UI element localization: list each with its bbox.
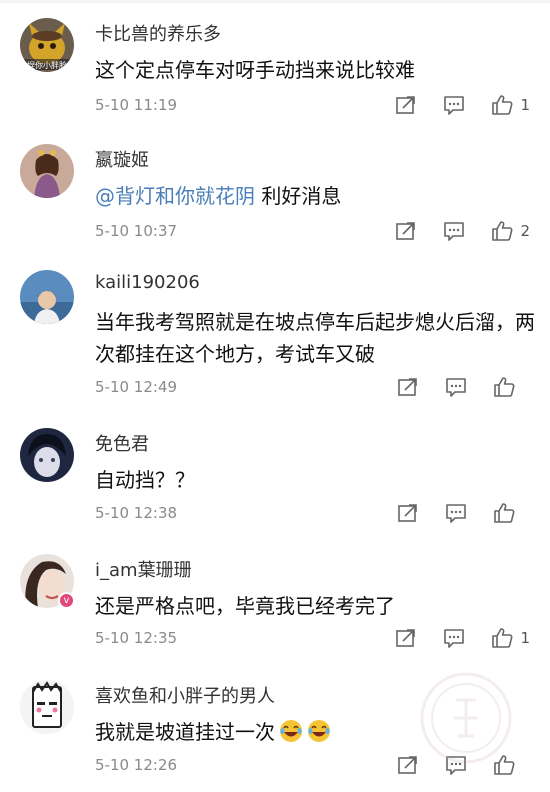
comment-icon xyxy=(446,378,466,397)
like-count: 2 xyxy=(520,222,530,240)
thumbs-up-icon xyxy=(494,377,515,397)
comment-actions xyxy=(371,500,530,526)
thumbs-up-icon xyxy=(492,628,513,648)
comment-time: 5-10 12:26 xyxy=(95,756,178,774)
share-icon xyxy=(398,378,417,396)
verified-badge-icon: v xyxy=(58,592,75,609)
comment-icon xyxy=(444,222,465,241)
mention-link[interactable]: @背灯和你就花阴 xyxy=(95,184,255,208)
comment-button[interactable] xyxy=(443,627,465,649)
share-icon xyxy=(396,222,416,240)
comment-item: 免色君 自动挡？？ 5-10 12:38 xyxy=(0,428,550,538)
comment-item: kaili190206 当年我考驾照就是在坡点停车后起步熄火后溜，两次都挂在这个… xyxy=(0,270,550,410)
share-button[interactable] xyxy=(397,502,419,524)
top-divider xyxy=(0,0,550,3)
comment-item: 嬴璇姬 @背灯和你就花阴 利好消息 5-10 10:37 2 xyxy=(0,144,550,254)
comment-time: 5-10 12:49 xyxy=(95,378,178,396)
laughing-emoji-icon xyxy=(280,720,302,742)
like-button[interactable] xyxy=(493,376,530,398)
share-button[interactable] xyxy=(397,376,419,398)
comment-actions: 1 xyxy=(369,92,530,118)
comment-button[interactable] xyxy=(443,220,465,242)
share-button[interactable] xyxy=(397,754,419,776)
share-button[interactable] xyxy=(395,220,417,242)
comment-username[interactable]: 卡比兽的养乐多 xyxy=(95,20,221,46)
like-button[interactable]: 1 xyxy=(491,94,530,116)
like-button[interactable]: 2 xyxy=(491,220,530,242)
share-icon xyxy=(396,96,416,114)
comment-item: v i_am葉珊珊 还是严格点吧，毕竟我已经考完了 5-10 12:35 1 xyxy=(0,554,550,664)
watermark-seal xyxy=(420,672,512,764)
comment-item: 捏你小胖脸 卡比兽的养乐多 这个定点停车对呀手动挡来说比较难 5-10 11:1… xyxy=(0,18,550,128)
comment-text: 当年我考驾照就是在坡点停车后起步熄火后溜，两次都挂在这个地方，考试车又破 xyxy=(95,310,535,366)
comment-username[interactable]: 免色君 xyxy=(95,430,149,456)
like-button[interactable] xyxy=(493,502,530,524)
comment-icon xyxy=(446,504,466,523)
comment-actions: 1 xyxy=(369,625,530,651)
avatar[interactable]: 捏你小胖脸 xyxy=(20,18,74,72)
avatar[interactable] xyxy=(20,270,74,324)
comment-username[interactable]: 嬴璇姬 xyxy=(95,146,149,172)
share-icon xyxy=(396,629,416,647)
share-button[interactable] xyxy=(395,94,417,116)
thumbs-up-icon xyxy=(494,503,515,523)
comment-actions xyxy=(371,374,530,400)
comment-time: 5-10 10:37 xyxy=(95,222,178,240)
comment-username[interactable]: i_am葉珊珊 xyxy=(95,556,192,582)
like-count: 1 xyxy=(520,629,530,647)
share-icon xyxy=(398,756,417,774)
share-button[interactable] xyxy=(395,627,417,649)
comment-text: 自动挡？？ xyxy=(95,468,195,492)
comment-username[interactable]: 喜欢鱼和小胖子的男人 xyxy=(95,682,275,708)
avatar[interactable] xyxy=(20,428,74,482)
comment-time: 5-10 12:38 xyxy=(95,504,178,522)
avatar-caption: 捏你小胖脸 xyxy=(27,60,67,70)
like-button[interactable]: 1 xyxy=(491,627,530,649)
comment-button[interactable] xyxy=(445,376,467,398)
comment-button[interactable] xyxy=(443,94,465,116)
comment-icon xyxy=(444,629,465,648)
comment-time: 5-10 11:19 xyxy=(95,96,178,114)
comment-button[interactable] xyxy=(445,502,467,524)
laughing-emoji-icon xyxy=(308,720,330,742)
comment-actions: 2 xyxy=(369,218,530,244)
comment-text: 还是严格点吧，毕竟我已经考完了 xyxy=(95,594,395,618)
comment-icon xyxy=(444,96,465,115)
avatar[interactable] xyxy=(20,144,74,198)
thumbs-up-icon xyxy=(492,95,513,115)
like-count: 1 xyxy=(520,96,530,114)
comment-text: @背灯和你就花阴 利好消息 xyxy=(95,184,342,208)
share-icon xyxy=(398,504,417,522)
comment-username[interactable]: kaili190206 xyxy=(95,272,200,293)
comment-time: 5-10 12:35 xyxy=(95,629,178,647)
thumbs-up-icon xyxy=(492,221,513,241)
avatar[interactable] xyxy=(20,680,74,734)
comment-text: 这个定点停车对呀手动挡来说比较难 xyxy=(95,58,415,82)
